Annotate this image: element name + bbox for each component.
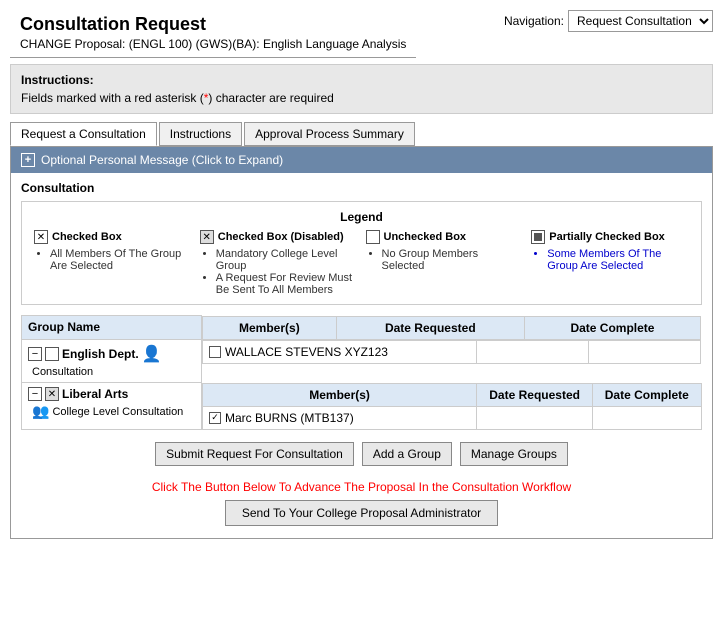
list-item: ✓ Marc BURNS (MTB137) xyxy=(203,406,702,429)
marc-burns-checkbox: ✓ xyxy=(209,412,221,424)
manage-groups-button[interactable]: Manage Groups xyxy=(460,442,568,466)
submit-consultation-button[interactable]: Submit Request For Consultation xyxy=(155,442,354,466)
table-row: − English Dept. 👤 Consultation xyxy=(22,340,702,383)
legend-items: ✕ Checked Box All Members Of The Group A… xyxy=(30,230,693,296)
english-dept-checkbox[interactable] xyxy=(45,347,59,361)
expand-icon: + xyxy=(21,153,35,167)
marc-burns-name: Marc BURNS (MTB137) xyxy=(225,411,354,425)
marc-burns-date-requested xyxy=(477,406,593,429)
expand-label: Optional Personal Message (Click to Expa… xyxy=(41,153,283,167)
english-dept-sublabel: Consultation xyxy=(32,366,195,378)
marc-burns-date-complete xyxy=(593,406,701,429)
legend-checked-disabled-label: Checked Box (Disabled) xyxy=(218,231,344,243)
legend-checked-disabled-bullet-1: Mandatory College Level Group xyxy=(216,248,358,272)
list-item: WALLACE STEVENS XYZ123 xyxy=(203,340,701,363)
tab-approval-process-summary[interactable]: Approval Process Summary xyxy=(244,122,415,146)
legend-title: Legend xyxy=(30,210,693,224)
liberal-arts-members-header: Member(s) xyxy=(203,383,477,406)
buttons-row: Submit Request For Consultation Add a Gr… xyxy=(21,434,702,474)
legend-checked-label: Checked Box xyxy=(52,231,122,243)
liberal-arts-person-icon: 👥 xyxy=(32,403,49,420)
add-group-button[interactable]: Add a Group xyxy=(362,442,452,466)
advance-message: Click The Button Below To Advance The Pr… xyxy=(21,480,702,494)
consultation-section: Consultation Legend ✕ Checked Box All Me… xyxy=(11,173,712,538)
legend-unchecked-label: Unchecked Box xyxy=(384,231,467,243)
english-members-table: WALLACE STEVENS XYZ123 xyxy=(202,340,701,364)
english-dept-name: English Dept. xyxy=(62,347,139,361)
page-subtitle: CHANGE Proposal: (ENGL 100) (GWS)(BA): E… xyxy=(10,37,416,58)
legend-checked-disabled-bullet-2: A Request For Review Must Be Sent To All… xyxy=(216,272,358,296)
asterisk: * xyxy=(204,91,209,105)
tabs-container: Request a Consultation Instructions Appr… xyxy=(10,122,713,146)
groups-table: Group Name Member(s) Date Requested Date… xyxy=(21,315,702,430)
members-header: Member(s) xyxy=(203,316,337,339)
partial-box-icon xyxy=(531,230,545,244)
legend-partial-label: Partially Checked Box xyxy=(549,231,665,243)
liberal-arts-sublabel: College Level Consultation xyxy=(52,406,183,418)
legend-unchecked-bullet-1: No Group Members Selected xyxy=(382,248,524,272)
unchecked-box-icon xyxy=(366,230,380,244)
wallace-stevens-checkbox[interactable] xyxy=(209,346,221,358)
liberal-arts-members-table: Member(s) Date Requested Date Complete xyxy=(202,383,702,430)
collapse-liberal-arts-icon[interactable]: − xyxy=(28,387,42,401)
instructions-box: Instructions: Fields marked with a red a… xyxy=(10,64,713,114)
liberal-arts-date-complete-header: Date Complete xyxy=(593,383,701,406)
legend-box: Legend ✕ Checked Box All Members Of The … xyxy=(21,201,702,305)
legend-item-checked-disabled: ✕ Checked Box (Disabled) Mandatory Colle… xyxy=(196,230,362,296)
tab-content: + Optional Personal Message (Click to Ex… xyxy=(10,146,713,539)
send-to-college-button[interactable]: Send To Your College Proposal Administra… xyxy=(225,500,498,526)
date-complete-header: Date Complete xyxy=(524,316,700,339)
consultation-section-title: Consultation xyxy=(21,181,702,195)
english-dept-person-icon: 👤 xyxy=(142,344,162,364)
legend-partial-bullet-1: Some Members Of The Group Are Selected xyxy=(547,248,689,272)
wallace-stevens-name: WALLACE STEVENS XYZ123 xyxy=(225,345,388,359)
wallace-date-complete xyxy=(588,340,700,363)
legend-item-partial: Partially Checked Box Some Members Of Th… xyxy=(527,230,693,296)
advance-section: Click The Button Below To Advance The Pr… xyxy=(21,474,702,530)
date-requested-header: Date Requested xyxy=(336,316,524,339)
liberal-arts-name: Liberal Arts xyxy=(62,387,128,401)
liberal-arts-date-requested-header: Date Requested xyxy=(477,383,593,406)
liberal-arts-checkbox: ✕ xyxy=(45,387,59,401)
legend-checked-bullet-1: All Members Of The Group Are Selected xyxy=(50,248,192,272)
collapse-english-icon[interactable]: − xyxy=(28,347,42,361)
navigation-label: Navigation: xyxy=(504,14,564,28)
checked-box-icon: ✕ xyxy=(34,230,48,244)
tab-request-consultation[interactable]: Request a Consultation xyxy=(10,122,157,146)
page-title: Consultation Request xyxy=(10,6,416,37)
legend-item-checked: ✕ Checked Box All Members Of The Group A… xyxy=(30,230,196,296)
table-row: − ✕ Liberal Arts 👥 College Level Consult… xyxy=(22,383,702,430)
wallace-date-requested xyxy=(476,340,588,363)
instructions-title: Instructions: xyxy=(21,73,702,87)
navigation-select[interactable]: Request Consultation View Consultation xyxy=(568,10,713,32)
legend-item-unchecked: Unchecked Box No Group Members Selected xyxy=(362,230,528,296)
group-header-inner: Member(s) Date Requested Date Complete xyxy=(202,316,701,340)
group-name-header: Group Name xyxy=(22,316,202,340)
expand-bar[interactable]: + Optional Personal Message (Click to Ex… xyxy=(11,147,712,173)
checked-disabled-box-icon: ✕ xyxy=(200,230,214,244)
instructions-text: Fields marked with a red asterisk (*) ch… xyxy=(21,91,702,105)
tab-instructions[interactable]: Instructions xyxy=(159,122,242,146)
